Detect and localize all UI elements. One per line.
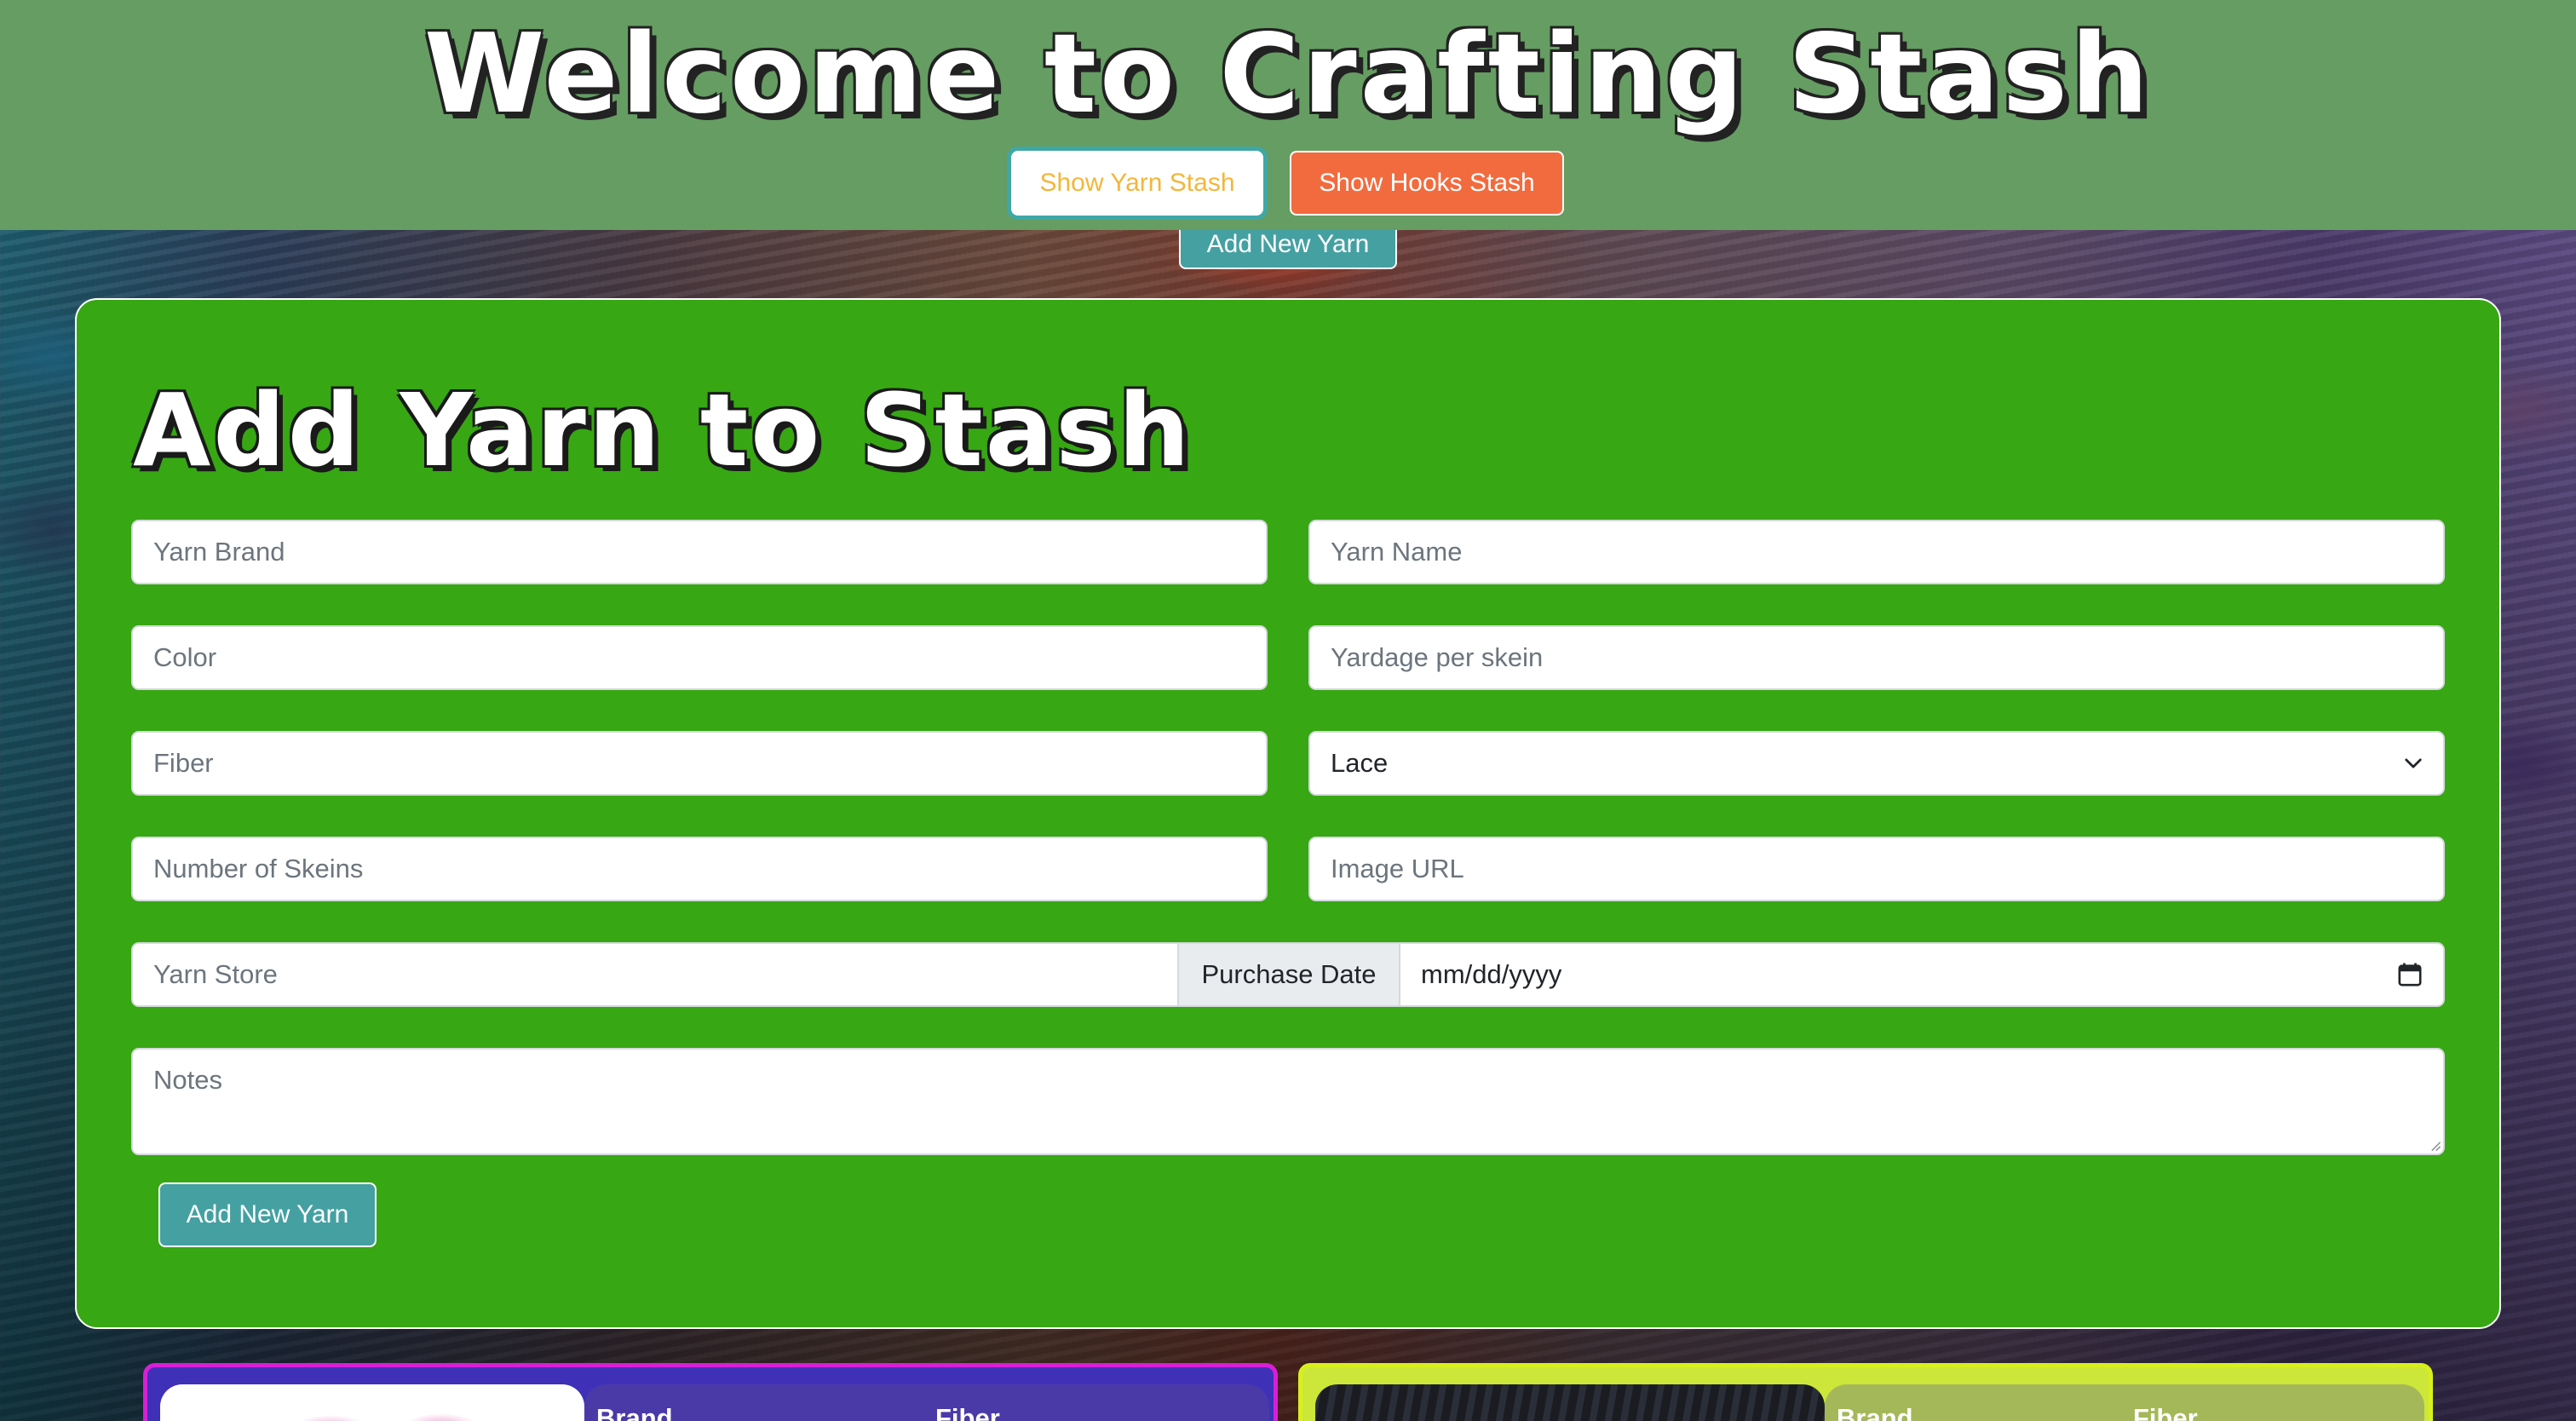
add-yarn-form-card: Add Yarn to Stash Lace Purchase Date mm/… bbox=[75, 298, 2501, 1329]
fiber-column-header: Fiber bbox=[2133, 1403, 2198, 1421]
yarn-image bbox=[160, 1384, 584, 1421]
show-hooks-stash-button[interactable]: Show Hooks Stash bbox=[1290, 151, 1564, 216]
purchase-date-value: mm/dd/yyyy bbox=[1421, 959, 1562, 989]
number-of-skeins-input[interactable] bbox=[131, 837, 1268, 901]
store-date-input-group: Purchase Date mm/dd/yyyy bbox=[131, 942, 2445, 1007]
yarn-weight-select[interactable]: Lace bbox=[1308, 731, 2445, 796]
yarn-weight-selected: Lace bbox=[1331, 748, 1389, 778]
fiber-input[interactable] bbox=[131, 731, 1268, 796]
form-title: Add Yarn to Stash bbox=[133, 371, 1193, 489]
purchase-date-input[interactable]: mm/dd/yyyy bbox=[1400, 944, 2443, 1005]
fiber-column-header: Fiber bbox=[935, 1403, 1000, 1421]
yarn-name-input[interactable] bbox=[1308, 520, 2445, 584]
resize-grip-icon[interactable] bbox=[2429, 1140, 2441, 1152]
chevron-down-icon bbox=[2405, 758, 2422, 768]
brand-column-header: Brand bbox=[1837, 1403, 1913, 1421]
show-yarn-stash-button[interactable]: Show Yarn Stash bbox=[1011, 151, 1263, 216]
yarn-brand-input[interactable] bbox=[131, 520, 1268, 584]
yarn-image bbox=[1315, 1384, 1825, 1421]
yarn-table-header: Brand Fiber bbox=[1825, 1384, 2424, 1421]
notes-textarea[interactable] bbox=[131, 1048, 2445, 1155]
image-url-input[interactable] bbox=[1308, 837, 2445, 901]
brand-column-header: Brand bbox=[596, 1403, 673, 1421]
add-new-yarn-submit-button[interactable]: Add New Yarn bbox=[158, 1182, 377, 1247]
yarn-stash-card: Brand Fiber bbox=[143, 1363, 1278, 1421]
yarn-stash-card: Brand Fiber bbox=[1298, 1363, 2433, 1421]
yarn-store-input[interactable] bbox=[133, 944, 1177, 1005]
color-input[interactable] bbox=[131, 625, 1268, 690]
site-header: Welcome to Crafting Stash Show Yarn Stas… bbox=[0, 0, 2576, 230]
purchase-date-label: Purchase Date bbox=[1177, 944, 1400, 1005]
yarn-table-header: Brand Fiber bbox=[584, 1384, 1269, 1421]
yardage-input[interactable] bbox=[1308, 625, 2445, 690]
site-title: Welcome to Crafting Stash bbox=[423, 11, 2153, 138]
calendar-icon[interactable] bbox=[2397, 962, 2423, 987]
